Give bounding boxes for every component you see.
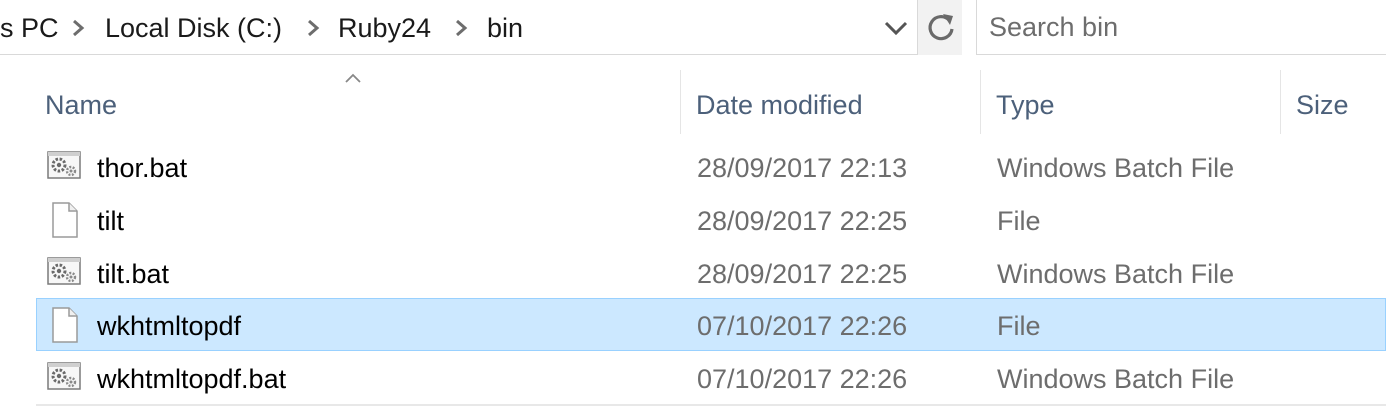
file-name: wkhtmltopdf — [97, 311, 242, 341]
file-type: Windows Batch File — [997, 153, 1235, 183]
column-header-type[interactable]: Type — [981, 70, 1280, 134]
file-name: tilt — [97, 206, 124, 236]
column-header-type-label: Type — [996, 90, 1055, 120]
breadcrumb-ruby24[interactable]: Ruby24 — [338, 0, 431, 55]
column-header-size[interactable]: Size — [1281, 70, 1386, 134]
refresh-icon — [928, 14, 954, 41]
address-bar[interactable]: s PC Local Disk (C:) Ruby24 bin — [0, 0, 962, 55]
column-header-date-modified[interactable]: Date modified — [681, 70, 980, 134]
breadcrumb-bin[interactable]: bin — [487, 0, 523, 55]
chevron-right-icon[interactable] — [453, 19, 469, 37]
batch-file-icon — [47, 149, 81, 185]
file-type: File — [997, 206, 1041, 236]
column-header-name-label: Name — [45, 90, 118, 120]
file-date-modified: 07/10/2017 22:26 — [697, 364, 908, 394]
generic-file-icon — [47, 307, 81, 343]
file-row-selected[interactable]: wkhtmltopdf 07/10/2017 22:26 File — [36, 298, 1386, 351]
file-name: tilt.bat — [97, 259, 170, 289]
file-row[interactable]: thor.bat 28/09/2017 22:13 Windows Batch … — [36, 140, 1386, 193]
file-type: File — [997, 311, 1041, 341]
file-row[interactable]: wkhtmltopdf.bat 07/10/2017 22:26 Windows… — [36, 351, 1386, 404]
file-explorer-window: s PC Local Disk (C:) Ruby24 bin Search b… — [0, 0, 1386, 406]
recent-locations-button[interactable] — [876, 0, 916, 55]
search-box[interactable] — [976, 0, 1386, 55]
file-type: Windows Batch File — [997, 259, 1235, 289]
file-name: thor.bat — [97, 153, 188, 183]
column-header-date-label: Date modified — [696, 90, 863, 120]
file-date-modified: 07/10/2017 22:26 — [697, 311, 908, 341]
file-date-modified: 28/09/2017 22:25 — [697, 206, 908, 236]
column-header-size-label: Size — [1296, 90, 1349, 120]
file-type: Windows Batch File — [997, 364, 1235, 394]
batch-file-icon — [47, 360, 81, 396]
breadcrumb-local-disk[interactable]: Local Disk (C:) — [105, 0, 282, 55]
file-date-modified: 28/09/2017 22:25 — [697, 259, 908, 289]
breadcrumb-this-pc[interactable]: s PC — [0, 0, 59, 55]
chevron-down-icon — [884, 21, 908, 36]
chevron-right-icon[interactable] — [305, 19, 321, 37]
refresh-button[interactable] — [918, 0, 962, 55]
file-row[interactable]: tilt 28/09/2017 22:25 File — [36, 193, 1386, 246]
file-row[interactable]: tilt.bat 28/09/2017 22:25 Windows Batch … — [36, 246, 1386, 299]
file-name: wkhtmltopdf.bat — [97, 364, 287, 394]
search-input[interactable] — [989, 8, 1369, 46]
batch-file-icon — [47, 255, 81, 291]
column-header-name[interactable]: Name — [36, 70, 680, 134]
file-date-modified: 28/09/2017 22:13 — [697, 153, 908, 183]
generic-file-icon — [47, 202, 81, 238]
chevron-right-icon[interactable] — [70, 19, 86, 37]
